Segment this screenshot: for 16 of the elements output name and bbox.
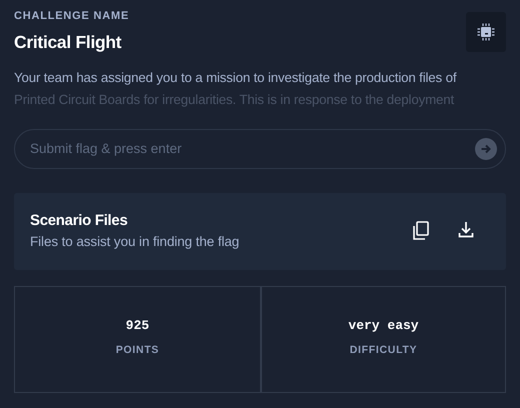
- arrow-right-icon: [480, 142, 492, 155]
- flag-field[interactable]: Submit flag & press enter: [14, 128, 506, 169]
- section-label: CHALLENGE NAME: [14, 9, 130, 24]
- chip-button[interactable]: [466, 12, 506, 52]
- download-icon: [458, 221, 474, 238]
- stat-value: 925: [126, 316, 150, 335]
- files-title: Scenario Files: [30, 210, 129, 231]
- stat-label: POINTS: [116, 343, 160, 358]
- flag-input[interactable]: Submit flag & press enter: [30, 138, 475, 159]
- stat-label: DIFFICULTY: [350, 343, 418, 358]
- challenge-title: Critical Flight: [14, 30, 122, 54]
- copy-icon: [412, 221, 430, 242]
- stat-value: very easy: [348, 316, 419, 335]
- chip-icon: [476, 22, 496, 42]
- files-subtitle: Files to assist you in finding the flag: [30, 233, 240, 252]
- copy-button[interactable]: [412, 221, 430, 242]
